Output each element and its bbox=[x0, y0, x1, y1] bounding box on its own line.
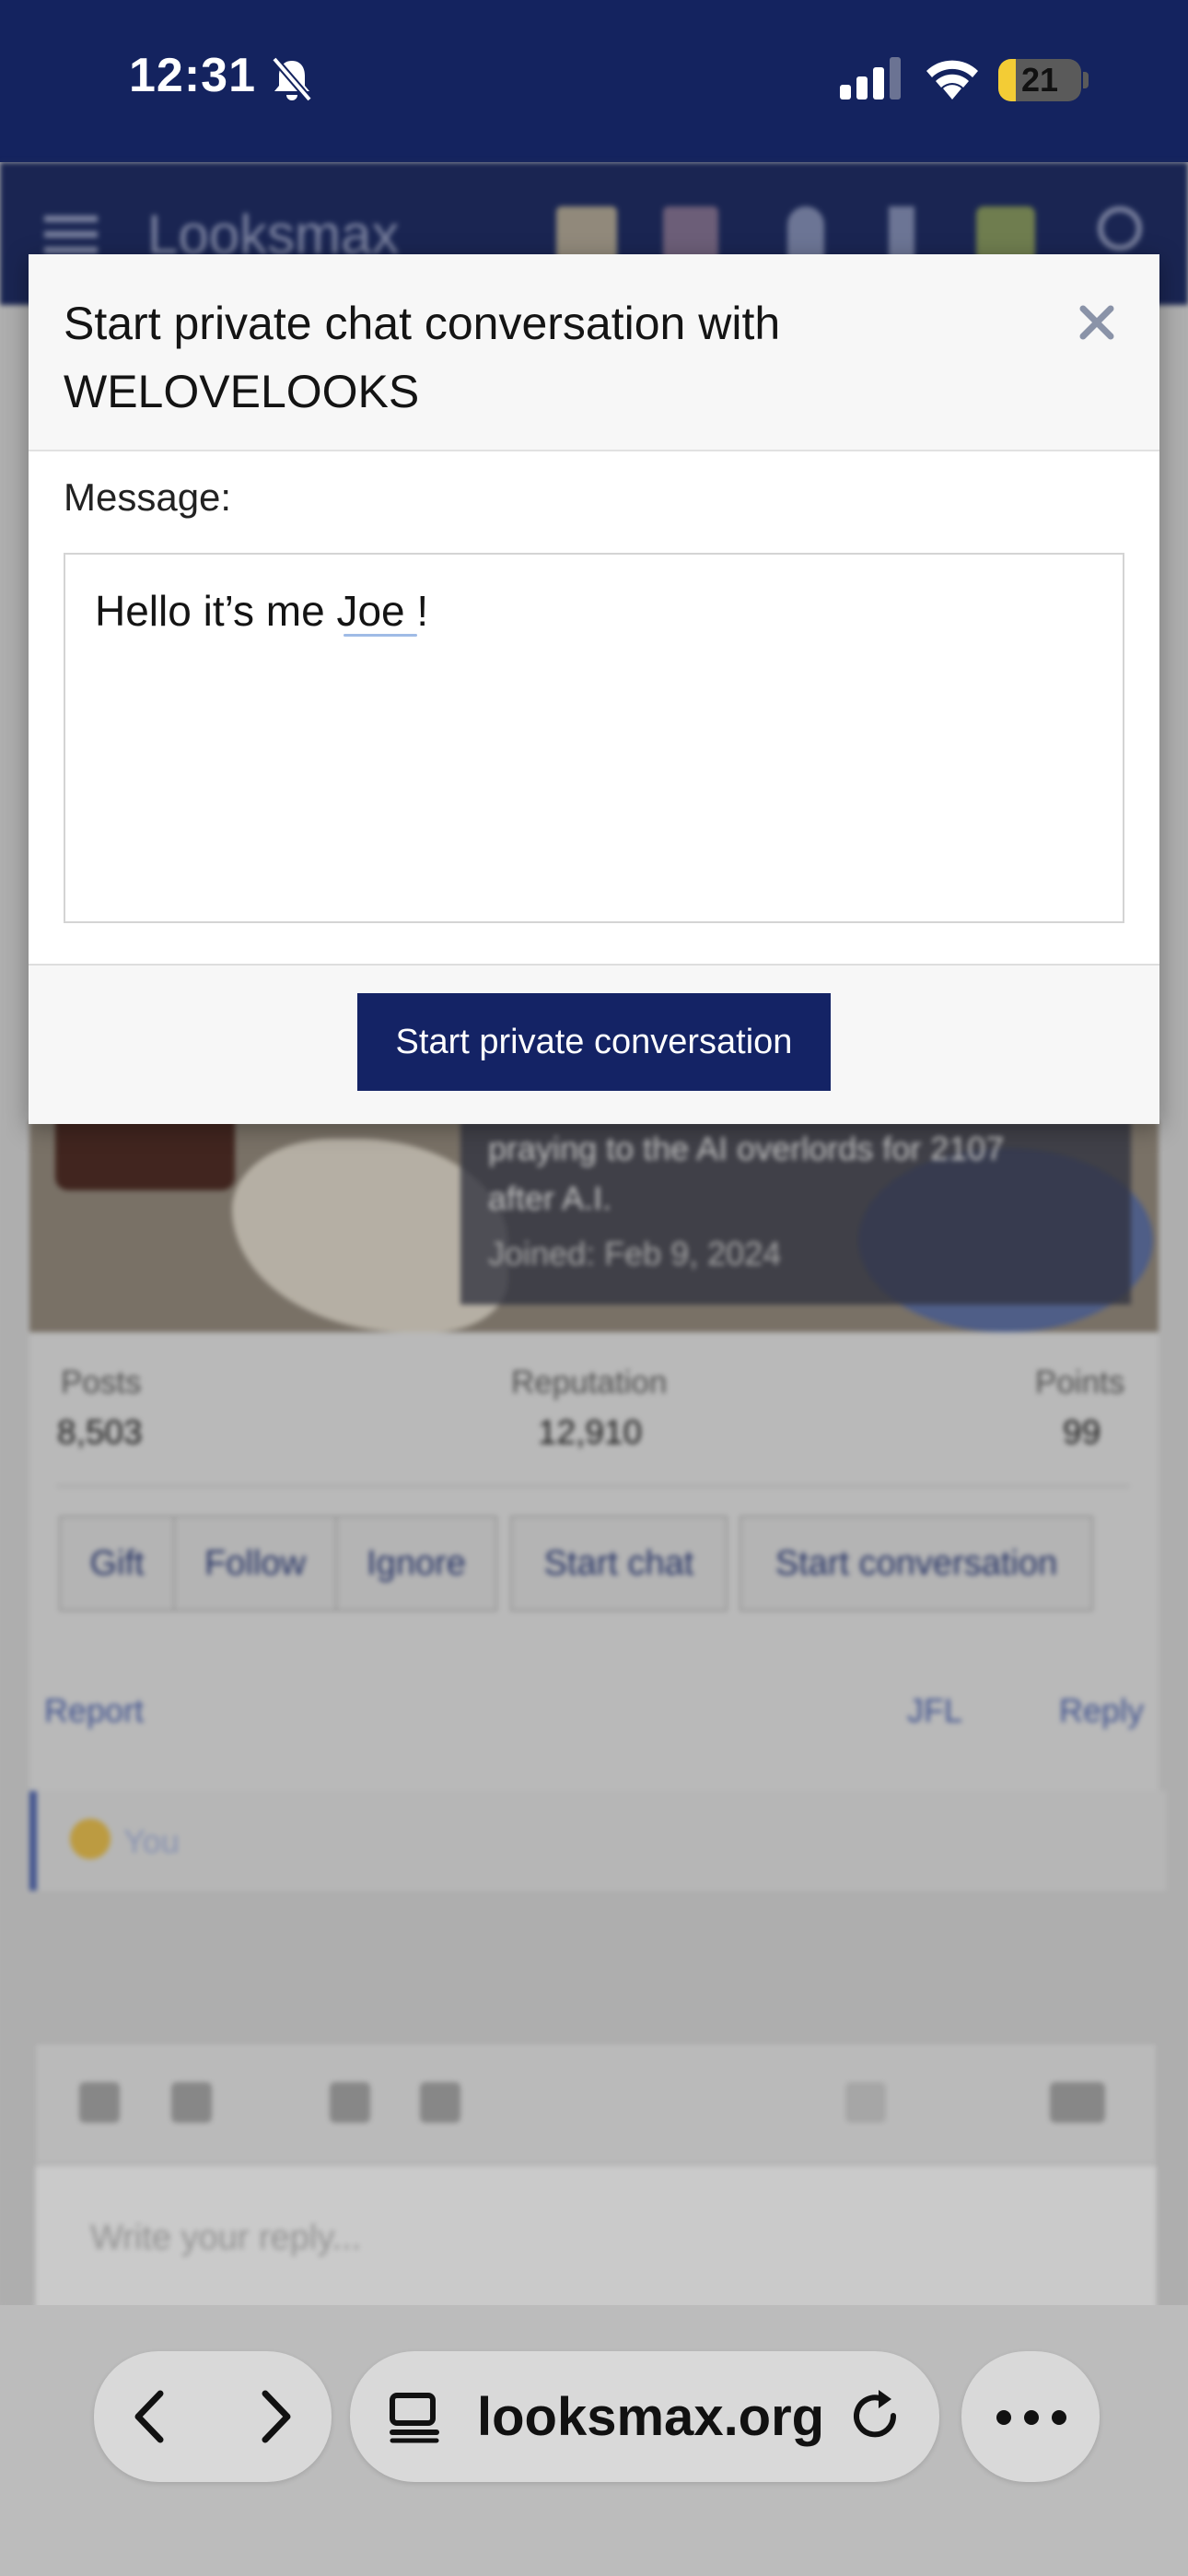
message-label: Message: bbox=[64, 475, 232, 519]
battery-icon: 21 bbox=[998, 59, 1081, 101]
start-private-conversation-button[interactable]: Start private conversation bbox=[357, 993, 831, 1091]
url-text[interactable]: looksmax.org bbox=[477, 2386, 824, 2448]
history-nav-group bbox=[94, 2351, 332, 2482]
private-chat-modal: Start private chat conversation with WEL… bbox=[29, 254, 1159, 1124]
close-icon[interactable] bbox=[1067, 293, 1126, 352]
message-text[interactable]: Hello it’s me Joe ! bbox=[95, 586, 428, 636]
modal-footer: Start private conversation bbox=[29, 964, 1159, 1124]
bell-slash-icon bbox=[271, 56, 313, 102]
modal-header: Start private chat conversation with WEL… bbox=[29, 254, 1159, 451]
battery-level: 21 bbox=[1020, 61, 1059, 99]
browser-toolbar: looksmax.org bbox=[0, 2305, 1188, 2576]
status-time: 12:31 bbox=[129, 49, 256, 102]
reload-icon[interactable] bbox=[847, 2388, 906, 2447]
message-textarea[interactable]: Hello it’s me Joe ! bbox=[64, 553, 1124, 923]
modal-title: Start private chat conversation with WEL… bbox=[64, 298, 781, 417]
battery-tip bbox=[1083, 72, 1089, 88]
address-bar[interactable]: looksmax.org bbox=[350, 2351, 939, 2482]
more-button[interactable] bbox=[961, 2351, 1100, 2482]
forward-icon[interactable] bbox=[245, 2386, 304, 2447]
wifi-icon bbox=[926, 60, 978, 100]
cellular-signal-icon bbox=[840, 57, 901, 100]
page-menu-icon[interactable] bbox=[387, 2392, 442, 2443]
status-bar: 12:31 21 bbox=[0, 0, 1188, 162]
back-icon[interactable] bbox=[122, 2386, 181, 2447]
more-icon bbox=[996, 2410, 1066, 2425]
spellcheck-underline bbox=[344, 634, 417, 637]
